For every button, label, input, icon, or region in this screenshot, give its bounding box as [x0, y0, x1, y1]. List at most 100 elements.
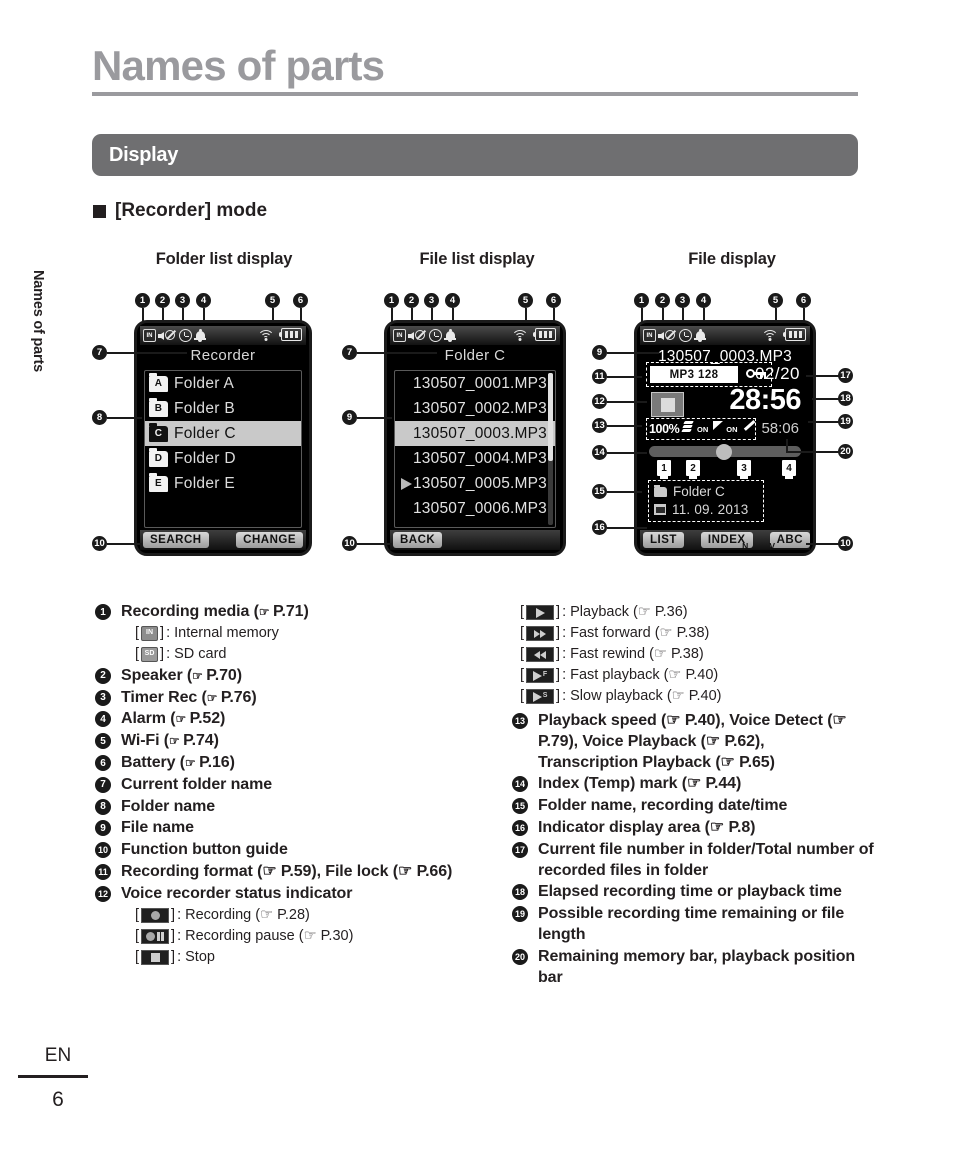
callout-2-d3: 2	[655, 293, 670, 308]
callout-20-d3: 20	[838, 444, 853, 459]
speaker-off-icon	[158, 329, 177, 343]
legend-label-text: Recording media (	[121, 603, 259, 620]
list-item[interactable]: E Folder E	[145, 471, 301, 496]
leader	[786, 451, 839, 453]
callout-1-d3: 1	[634, 293, 649, 308]
softkey-abc[interactable]: ABC	[769, 532, 810, 548]
legend-number: 8	[95, 798, 111, 815]
callout-15-d3: 15	[592, 484, 607, 499]
list-item[interactable]: A Folder A	[145, 371, 301, 396]
callout-7-d2: 7	[342, 345, 357, 360]
stop-icon	[141, 949, 170, 965]
softkey-change[interactable]: CHANGE	[236, 532, 303, 548]
playback-position-knob[interactable]	[715, 443, 732, 460]
softkey-search[interactable]: SEARCH	[143, 532, 209, 548]
voice-detect-icon	[681, 421, 696, 434]
pointer-hand-icon: ☞	[206, 690, 218, 705]
pointer-hand-icon: ☞	[169, 734, 180, 749]
callout-1-d2: 1	[384, 293, 399, 308]
legend-sub: [IN]: Internal memory	[135, 623, 495, 644]
list-item-selected[interactable]: 130507_0003.MP3	[395, 421, 555, 446]
list-item[interactable]: 130507_0007.MP3	[395, 521, 555, 527]
legend-label: Alarm (☞ P.52)	[121, 709, 495, 730]
list-item-playing[interactable]: 130507_0005.MP3	[395, 471, 555, 496]
elapsed-time: 28:56	[729, 384, 801, 416]
list-item[interactable]: 130507_0001.MP3	[395, 371, 555, 396]
legend-tail: )	[229, 754, 235, 772]
voice-detect-state: ON	[697, 425, 709, 434]
legend-sub-text: : Stop	[177, 948, 215, 965]
legend-entry-18: 18 Elapsed recording time or playback ti…	[512, 882, 872, 903]
display-heading-folder-list: Folder list display	[155, 250, 293, 268]
callout-6-d3: 6	[796, 293, 811, 308]
folder-label: Folder A	[174, 374, 235, 392]
legend-number: 15	[512, 798, 528, 815]
callout-10-d3: 10	[838, 536, 853, 551]
slow-playback-icon: S	[526, 689, 555, 705]
wifi-icon	[257, 328, 274, 341]
legend-number: 16	[512, 820, 528, 837]
scrollbar[interactable]	[548, 373, 553, 525]
legend-page-ref: P.16	[199, 754, 230, 772]
leader	[812, 398, 839, 400]
internal-memory-icon: IN	[643, 329, 656, 342]
legend-page-ref: P.74	[183, 732, 214, 750]
legend-sub-text: : Recording (☞ P.28)	[177, 906, 310, 923]
leader	[357, 352, 437, 354]
legend-label: Timer Rec (☞ P.76)	[121, 688, 495, 709]
pointer-hand-icon: ☞	[175, 712, 186, 727]
callout-19-d3: 19	[838, 414, 853, 429]
folder-label: Folder D	[174, 449, 236, 467]
legend-sub: []: Recording pause (☞ P.30)	[135, 926, 495, 947]
voice-playback-state: ON	[726, 425, 738, 434]
internal-memory-icon: IN	[393, 329, 406, 342]
callout-17-d3: 17	[838, 368, 853, 383]
legend-label: Recording media (☞ P.71)	[121, 602, 495, 623]
scrollbar-thumb[interactable]	[548, 373, 553, 462]
record-date-row: 11. 09. 2013	[654, 502, 748, 517]
legend-page-ref: P.70	[206, 666, 237, 684]
page-title: Names of parts	[92, 42, 385, 89]
internal-memory-icon: IN	[141, 625, 159, 641]
list-item[interactable]: 130507_0004.MP3	[395, 446, 555, 471]
legend-label: Speaker (☞ P.70)	[121, 666, 495, 687]
function-button-guide: LIST INDEX ABC	[640, 530, 810, 550]
callout-5-d2: 5	[518, 293, 533, 308]
callout-8-d1: 8	[92, 410, 107, 425]
legend-label-text: Timer Rec (	[121, 688, 207, 706]
list-item[interactable]: 130507_0006.MP3	[395, 496, 555, 521]
fast-rewind-icon	[526, 647, 555, 663]
list-item-selected[interactable]: C Folder C	[145, 421, 301, 446]
callout-5-d1: 5	[265, 293, 280, 308]
wifi-icon	[511, 328, 528, 341]
list-item[interactable]: D Folder D	[145, 446, 301, 471]
callout-1-d1: 1	[135, 293, 150, 308]
leader	[806, 543, 839, 545]
status-bar: IN	[640, 326, 810, 345]
leader	[607, 527, 647, 529]
list-item[interactable]: 130507_0002.MP3	[395, 396, 555, 421]
mode-heading: [Recorder] mode	[93, 200, 267, 222]
playback-position-bar[interactable]	[649, 443, 801, 460]
legend-entry-12: 12 Voice recorder status indicator []: R…	[95, 884, 495, 968]
softkey-list[interactable]: LIST	[643, 532, 684, 548]
recording-icon	[141, 907, 170, 923]
bullet-square-icon	[93, 204, 106, 218]
softkey-back[interactable]: BACK	[393, 532, 443, 548]
callout-5-d3: 5	[768, 293, 783, 308]
current-folder-name: Recorder	[190, 347, 256, 364]
remaining-time: 58:06	[761, 420, 799, 437]
list-item[interactable]: B Folder B	[145, 396, 301, 421]
index-mark: 2	[686, 460, 700, 479]
callout-7-d1: 7	[92, 345, 107, 360]
legend-label: Elapsed recording time or playback time	[538, 883, 842, 901]
folder-list[interactable]: A Folder A B Folder B C Folder C D Folde…	[144, 370, 302, 528]
folder-icon: D	[149, 448, 168, 467]
legend-label: Wi-Fi (☞ P.74)	[121, 731, 495, 752]
legend-label: Folder name	[121, 797, 216, 815]
legend-entry-3: 3 Timer Rec (☞ P.76)	[95, 688, 495, 709]
legend-entry-14: 14 Index (Temp) mark (☞ P.44)	[512, 774, 872, 795]
mode-heading-label: [Recorder] mode	[115, 200, 268, 221]
alarm-icon	[694, 328, 706, 343]
file-list[interactable]: 130507_0001.MP3 130507_0002.MP3 130507_0…	[394, 370, 556, 528]
